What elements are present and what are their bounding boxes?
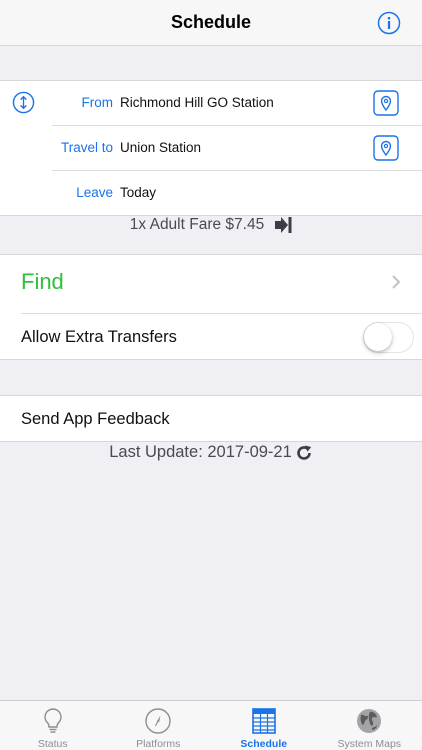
from-row[interactable]: From Richmond Hill GO Station: [0, 81, 422, 125]
tab-label: Platforms: [136, 738, 181, 750]
leave-label: Leave: [76, 185, 113, 200]
tab-status[interactable]: Status: [0, 701, 106, 750]
leave-row[interactable]: Leave Today: [0, 171, 422, 215]
fare-info: 1x Adult Fare $7.45: [0, 216, 422, 236]
trip-form: From Richmond Hill GO Station Travel to …: [0, 80, 422, 216]
feedback-row[interactable]: Send App Feedback: [0, 396, 422, 442]
info-icon: [377, 11, 401, 35]
tab-label: System Maps: [337, 738, 402, 750]
find-button[interactable]: Find: [21, 269, 64, 295]
globe-icon: [357, 709, 382, 733]
tab-label: Status: [37, 738, 68, 750]
schedule-icon: [251, 708, 276, 734]
last-update-text: Last Update: 2017-09-21: [109, 443, 292, 461]
from-location-button[interactable]: [373, 90, 399, 116]
page-title: Schedule: [170, 12, 252, 32]
actions-group: Find Allow Extra Transfers: [0, 254, 422, 360]
leave-value[interactable]: Today: [120, 185, 156, 200]
toggle-knob: [364, 323, 392, 351]
lightbulb-icon: [44, 708, 62, 733]
find-row[interactable]: Find: [0, 255, 422, 313]
feedback-group: Send App Feedback: [0, 395, 422, 442]
refresh-icon[interactable]: [295, 444, 313, 462]
navigation-bar: Schedule: [0, 0, 422, 46]
travel-to-label: Travel to: [60, 140, 113, 155]
travel-to-row[interactable]: Travel to Union Station: [0, 126, 422, 170]
map-pin-icon: [373, 135, 399, 161]
compass-icon: [145, 708, 171, 734]
tab-label: Schedule: [240, 738, 288, 750]
tab-system-maps[interactable]: System Maps: [317, 701, 422, 750]
from-label: From: [81, 95, 114, 110]
tab-schedule[interactable]: Schedule: [211, 701, 317, 750]
from-value[interactable]: Richmond Hill GO Station: [120, 95, 274, 110]
extra-transfers-label: Allow Extra Transfers: [21, 328, 177, 346]
travel-to-value[interactable]: Union Station: [120, 140, 201, 155]
extra-transfers-row: Allow Extra Transfers: [0, 314, 422, 360]
extra-transfers-toggle[interactable]: [363, 322, 414, 353]
tab-bar: Status Platforms Schedule System Maps: [0, 700, 422, 750]
tab-platforms[interactable]: Platforms: [106, 701, 212, 750]
map-pin-icon: [373, 90, 399, 116]
last-update: Last Update: 2017-09-21: [0, 443, 422, 462]
arrow-to-line-icon[interactable]: [274, 217, 292, 233]
chevron-right-icon: [392, 275, 401, 289]
to-location-button[interactable]: [373, 135, 399, 161]
fare-text: 1x Adult Fare $7.45: [129, 216, 265, 233]
send-feedback-button[interactable]: Send App Feedback: [21, 410, 170, 429]
info-button[interactable]: [377, 11, 401, 35]
